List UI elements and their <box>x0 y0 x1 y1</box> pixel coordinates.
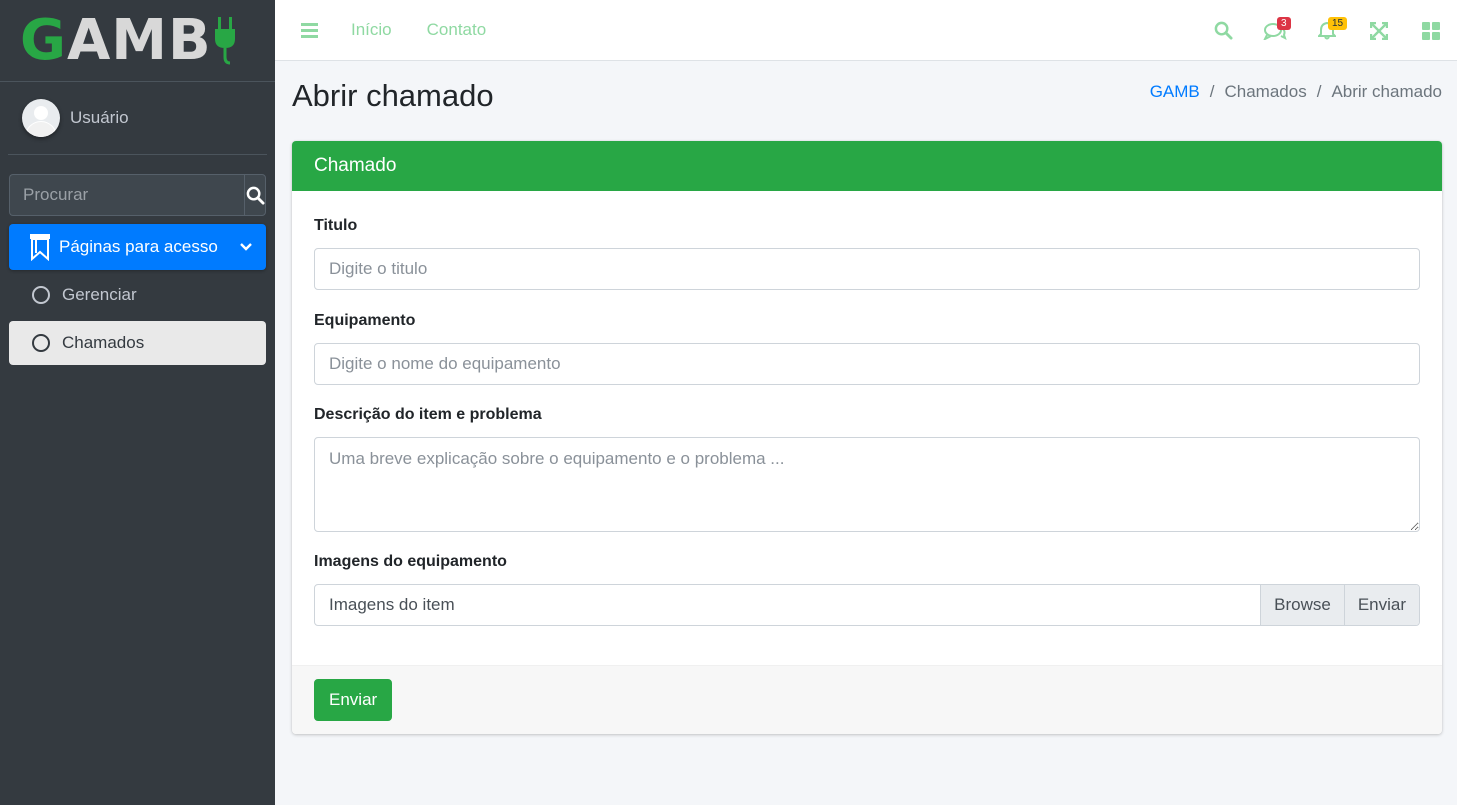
page-title: Abrir chamado <box>292 78 494 113</box>
expand-arrows-icon <box>1370 21 1388 40</box>
messages-badge: 3 <box>1277 17 1291 30</box>
descricao-textarea[interactable] <box>314 437 1420 532</box>
circle-icon <box>32 334 50 352</box>
upload-button[interactable]: Enviar <box>1343 585 1419 625</box>
imagens-label: Imagens do equipamento <box>314 553 507 570</box>
grid-icon <box>1422 21 1440 40</box>
titulo-input[interactable] <box>314 248 1420 290</box>
user-panel[interactable]: Usuário <box>8 82 267 155</box>
top-navbar: Início Contato 3 15 <box>275 0 1457 61</box>
nav-link-inicio[interactable]: Início <box>351 20 392 40</box>
descricao-label: Descrição do item e problema <box>314 406 542 423</box>
notifications-button[interactable]: 15 <box>1301 0 1353 61</box>
user-icon <box>25 106 57 137</box>
file-input-group: Imagens do item Browse Enviar <box>314 584 1420 626</box>
sidebar-search-button[interactable] <box>244 174 266 216</box>
nav-item-label: Gerenciar <box>62 285 137 304</box>
card-title: Chamado <box>292 141 1442 191</box>
breadcrumb: GAMB / Chamados / Abrir chamado <box>1150 82 1442 102</box>
navbar-right: 3 15 <box>1197 0 1457 61</box>
sidebar-search-input[interactable] <box>9 174 244 216</box>
submit-button[interactable]: Enviar <box>314 679 393 721</box>
chevron-down-icon <box>240 243 252 251</box>
navbar-search-button[interactable] <box>1197 0 1249 61</box>
nav-item-gerenciar[interactable]: Gerenciar <box>9 273 266 317</box>
menu-toggle-icon[interactable] <box>301 22 318 38</box>
control-sidebar-button[interactable] <box>1405 0 1457 61</box>
breadcrumb-current: Abrir chamado <box>1331 82 1442 101</box>
sidebar: G AMB Usuário Procurar Páginas para aces… <box>0 0 275 805</box>
nav-link-contato[interactable]: Contato <box>427 20 487 40</box>
avatar <box>22 99 60 137</box>
messages-button[interactable]: 3 <box>1249 0 1301 61</box>
fullscreen-button[interactable] <box>1353 0 1405 61</box>
breadcrumb-home-link[interactable]: GAMB <box>1150 82 1200 102</box>
nav-item-pages-label: Páginas para acesso <box>59 237 218 256</box>
bookmark-icon <box>30 234 50 261</box>
circle-icon <box>32 286 50 304</box>
notifications-badge: 15 <box>1328 17 1348 30</box>
nav-item-label: Chamados <box>62 333 145 352</box>
browse-button[interactable]: Browse <box>1260 585 1344 625</box>
card-footer: Enviar <box>292 665 1442 734</box>
file-input[interactable]: Imagens do item <box>315 585 1260 625</box>
ticket-form-card: Chamado Titulo Equipamento Descrição do … <box>292 141 1442 734</box>
brand-logo: G AMB <box>20 12 236 69</box>
search-icon <box>1214 21 1233 40</box>
titulo-label: Titulo <box>314 217 358 234</box>
user-name[interactable]: Usuário <box>70 108 129 128</box>
search-icon <box>246 186 265 205</box>
sidebar-search <box>9 174 266 216</box>
nav-item-pages[interactable]: Páginas para acesso <box>9 224 266 270</box>
breadcrumb-separator: / <box>1209 82 1215 101</box>
equipamento-input[interactable] <box>314 343 1420 385</box>
breadcrumb-separator: / <box>1316 82 1322 101</box>
nav-item-chamados[interactable]: Chamados <box>9 321 266 365</box>
brand-link[interactable]: G AMB <box>0 0 275 82</box>
plug-icon <box>214 16 235 64</box>
breadcrumb-item[interactable]: Chamados <box>1224 82 1306 102</box>
equipamento-label: Equipamento <box>314 312 416 329</box>
